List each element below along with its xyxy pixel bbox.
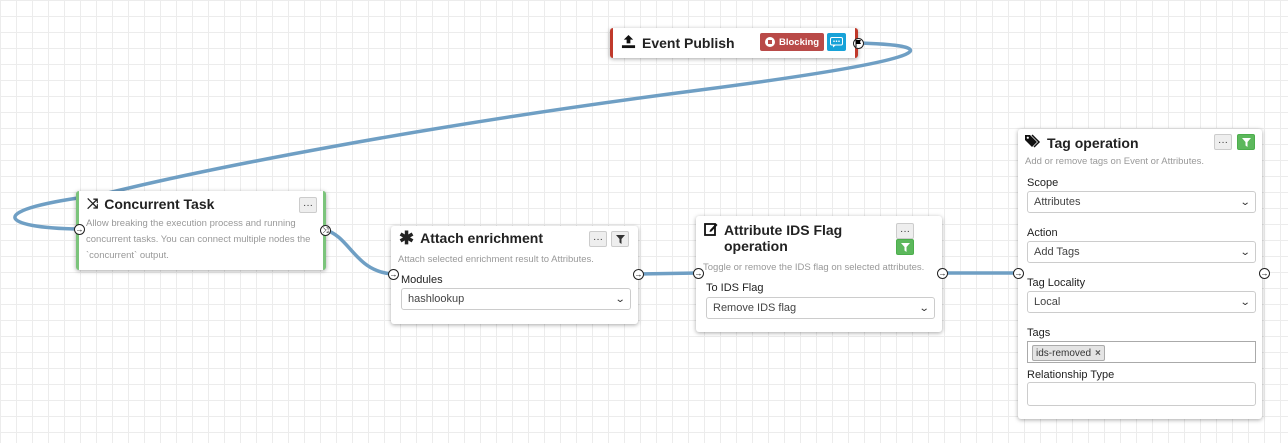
chevron-down-icon: ⌄ (614, 293, 626, 305)
remove-tag-icon[interactable]: × (1095, 348, 1101, 359)
tag-locality-label: Tag Locality (1027, 277, 1086, 289)
to-ids-flag-label: To IDS Flag (706, 282, 764, 294)
ids-flag-title-line2: operation (724, 238, 788, 254)
flag-icon (855, 40, 861, 47)
scope-select[interactable]: Attributes ⌄ (1027, 191, 1256, 213)
filter-button[interactable] (896, 239, 914, 255)
to-ids-flag-select[interactable]: Remove IDS flag ⌄ (706, 297, 935, 319)
filter-button[interactable] (611, 231, 629, 247)
filter-icon (1241, 137, 1251, 147)
concurrent-output-port[interactable]: ⤨ (320, 225, 331, 236)
node-title: Event Publish (621, 34, 735, 52)
node-description: Toggle or remove the IDS flag on selecte… (703, 262, 925, 273)
node-title: Attribute IDS Flag operation (704, 222, 842, 254)
node-attribute-ids-flag[interactable]: Attribute IDS Flag operation ··· Toggle … (696, 216, 942, 332)
action-label: Action (1027, 227, 1058, 239)
comment-icon (830, 36, 843, 47)
output-port[interactable]: → (1259, 268, 1270, 279)
filter-icon (615, 234, 625, 244)
node-menu-button[interactable]: ··· (896, 223, 914, 239)
relationship-type-label: Relationship Type (1027, 369, 1115, 381)
node-menu-button[interactable]: ··· (589, 231, 607, 247)
tags-label: Tags (1027, 327, 1051, 339)
node-description: Add or remove tags on Event or Attribute… (1025, 156, 1205, 167)
node-concurrent-task[interactable]: ⤨ Concurrent Task ··· Allow breaking the… (76, 191, 326, 270)
ids-flag-title-line1: Attribute IDS Flag (724, 222, 843, 238)
node-menu-button[interactable]: ··· (299, 197, 317, 213)
chevron-down-icon: ⌄ (1239, 296, 1251, 308)
node-description: Attach selected enrichment result to Att… (398, 254, 594, 265)
modules-select[interactable]: hashlookup ⌄ (401, 288, 631, 310)
tag-locality-select[interactable]: Local ⌄ (1027, 291, 1256, 313)
relationship-type-input[interactable] (1027, 382, 1256, 406)
comment-button[interactable] (827, 33, 846, 51)
chevron-down-icon: ⌄ (918, 302, 930, 314)
input-port[interactable]: → (1013, 268, 1024, 279)
node-tag-operation[interactable]: Tag operation ··· Add or remove tags on … (1018, 129, 1262, 419)
node-attach-enrichment[interactable]: ✱ Attach enrichment ··· Attach selected … (391, 226, 638, 324)
action-select[interactable]: Add Tags ⌄ (1027, 241, 1256, 263)
attach-enrichment-title: Attach enrichment (420, 230, 544, 246)
tag-operation-title: Tag operation (1047, 135, 1139, 151)
node-title: ⤨ Concurrent Task (87, 195, 214, 212)
node-description: Allow breaking the execution process and… (86, 218, 311, 261)
output-port[interactable]: → (633, 269, 644, 280)
node-title: ✱ Attach enrichment (399, 228, 544, 248)
input-port[interactable]: → (388, 269, 399, 280)
chevron-down-icon: ⌄ (1239, 196, 1251, 208)
tags-input[interactable]: ids-removed × (1027, 341, 1256, 363)
blocking-badge: Blocking (760, 33, 825, 51)
node-title: Tag operation (1025, 134, 1139, 152)
output-port[interactable]: → (937, 268, 948, 279)
chevron-down-icon: ⌄ (1239, 246, 1251, 258)
asterisk-icon: ✱ (399, 228, 415, 248)
node-event-publish[interactable]: Event Publish Blocking (610, 28, 858, 58)
scope-label: Scope (1027, 177, 1059, 189)
node-menu-button[interactable]: ··· (1214, 134, 1232, 150)
input-port[interactable]: → (693, 268, 704, 279)
output-port-flag[interactable] (853, 38, 864, 49)
shuffle-icon: ⤨ (87, 195, 99, 211)
tag-chip: ids-removed × (1032, 345, 1105, 361)
edit-icon (704, 222, 718, 239)
filter-button[interactable] (1237, 134, 1255, 150)
filter-icon (900, 242, 910, 252)
stop-icon (765, 37, 775, 47)
wire-enrichment-to-idsflag[interactable] (637, 271, 699, 276)
wire-concurrent-to-enrichment[interactable] (324, 228, 394, 276)
modules-label: Modules (401, 274, 443, 286)
event-publish-title: Event Publish (642, 35, 735, 51)
upload-icon (621, 34, 636, 52)
input-port[interactable]: → (74, 224, 85, 235)
concurrent-task-title: Concurrent Task (104, 195, 215, 212)
tags-icon (1025, 134, 1041, 152)
